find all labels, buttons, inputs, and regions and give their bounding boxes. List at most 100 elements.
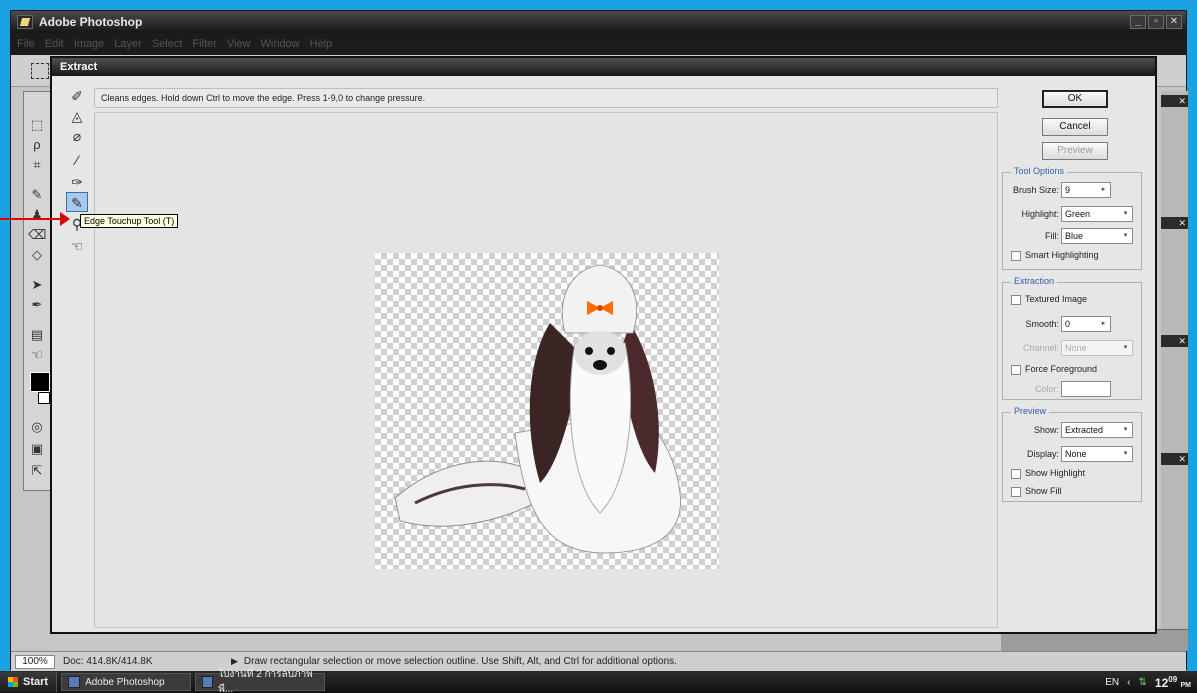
ok-button[interactable]: OK [1042, 90, 1108, 108]
clock[interactable]: 1209 PM [1155, 675, 1191, 690]
chevron-down-icon[interactable]: ▾ [1120, 424, 1131, 436]
slider-arrow-icon[interactable]: ▸ [1098, 318, 1109, 330]
app-title: Adobe Photoshop [39, 15, 143, 29]
menu-bar: File Edit Image Layer Select Filter View… [11, 33, 1186, 55]
close-icon[interactable]: ✕ [1166, 15, 1182, 29]
hand-tool-icon[interactable]: ☜ [66, 236, 88, 256]
pen-tool-icon[interactable]: ✒ [28, 296, 46, 314]
fill-select[interactable]: Blue ▾ [1061, 228, 1133, 244]
blur-tool-icon[interactable]: ◇ [28, 246, 46, 264]
menu-file[interactable]: File [17, 38, 35, 50]
palette-close-icon[interactable]: ✕ [1161, 95, 1188, 107]
tool-options-group: Tool Options Brush Size: 9 ▸ Highlight: … [1002, 166, 1142, 270]
chevron-down-icon[interactable]: ▾ [1120, 342, 1131, 354]
color-swatch-field[interactable] [1061, 381, 1111, 397]
annotation-arrow [0, 218, 64, 220]
show-highlight-checkbox[interactable] [1011, 469, 1021, 479]
textured-image-checkbox[interactable] [1011, 295, 1021, 305]
extract-controls: OK Cancel Preview Tool Options Brush Siz… [1002, 88, 1152, 628]
minimize-icon[interactable]: _ [1130, 15, 1146, 29]
notes-tool-icon[interactable]: ▤ [28, 326, 46, 344]
menu-layer[interactable]: Layer [114, 38, 142, 50]
status-bar: 100% Doc: 414.8K/414.8K ▶ Draw rectangul… [11, 651, 1186, 671]
slider-arrow-icon[interactable]: ▸ [1098, 184, 1109, 196]
chevron-down-icon[interactable]: ▾ [1120, 208, 1131, 220]
fill-label: Fill: [1045, 231, 1059, 241]
extract-toolbar: ✐ ◬ ⌀ ⁄ ✑ ✎ ⚲ ☜ [62, 86, 92, 266]
group-title: Extraction [1011, 276, 1058, 286]
language-indicator[interactable]: EN [1105, 677, 1119, 688]
smart-highlighting-checkbox[interactable] [1011, 251, 1021, 261]
force-foreground-checkbox[interactable] [1011, 365, 1021, 375]
preview-group: Preview Show: Extracted ▾ Display: None … [1002, 406, 1142, 502]
network-icon[interactable]: ⇅ [1139, 677, 1147, 688]
brush-size-label: Brush Size: [1012, 185, 1059, 195]
menu-view[interactable]: View [227, 38, 251, 50]
eyedropper-tool-icon[interactable]: ⁄ [66, 150, 88, 170]
force-foreground-label: Force Foreground [1025, 364, 1098, 374]
status-menu-arrow-icon[interactable]: ▶ [231, 656, 238, 667]
quick-mask-icon[interactable]: ◎ [28, 418, 46, 436]
palette-close-icon[interactable]: ✕ [1161, 453, 1188, 465]
show-highlight-label: Show Highlight [1025, 468, 1086, 478]
dialog-titlebar: Extract [52, 58, 1155, 76]
group-title: Preview [1011, 406, 1050, 416]
fill-tool-icon[interactable]: ◬ [66, 106, 88, 126]
brush-size-field[interactable]: 9 ▸ [1061, 182, 1111, 198]
edge-touchup-tool-icon[interactable]: ✎ [66, 192, 88, 212]
preview-canvas[interactable] [94, 112, 998, 628]
menu-select[interactable]: Select [152, 38, 183, 50]
hand-tool-icon[interactable]: ☜ [28, 346, 46, 364]
app-titlebar: Adobe Photoshop _ ▫ ✕ [11, 11, 1186, 33]
marquee-option-icon[interactable] [31, 63, 49, 79]
clone-stamp-icon[interactable]: ♟ [28, 206, 46, 224]
menu-help[interactable]: Help [310, 38, 333, 50]
smooth-field[interactable]: 0 ▸ [1061, 316, 1111, 332]
edge-highlighter-icon[interactable]: ✐ [66, 86, 88, 106]
zoom-level[interactable]: 100% [15, 654, 55, 669]
chevron-down-icon[interactable]: ▾ [1120, 448, 1131, 460]
foreground-color-swatch[interactable] [30, 372, 50, 392]
taskbar-item-photoshop[interactable]: Adobe Photoshop [61, 673, 192, 691]
eraser-tool-icon[interactable]: ⌀ [66, 126, 88, 146]
cancel-button[interactable]: Cancel [1042, 118, 1108, 136]
channel-select[interactable]: None ▾ [1061, 340, 1133, 356]
tool-tooltip: Edge Touchup Tool (T) [80, 214, 179, 228]
start-button[interactable]: Start [0, 672, 58, 692]
tray-expand-icon[interactable]: ‹ [1127, 677, 1130, 688]
extract-dialog: Extract ✐ ◬ ⌀ ⁄ ✑ ✎ ⚲ ☜ Cleans edges. Ho… [50, 56, 1157, 634]
jump-to-imageready-icon[interactable]: ⇱ [28, 462, 46, 480]
smooth-label: Smooth: [1025, 319, 1059, 329]
highlight-select[interactable]: Green ▾ [1061, 206, 1133, 222]
palette-close-icon[interactable]: ✕ [1161, 217, 1188, 229]
menu-edit[interactable]: Edit [45, 38, 64, 50]
status-message: Draw rectangular selection or move selec… [243, 656, 677, 667]
maximize-icon[interactable]: ▫ [1148, 15, 1164, 29]
path-selection-icon[interactable]: ➤ [28, 276, 46, 294]
show-fill-checkbox[interactable] [1011, 487, 1021, 497]
crop-tool-icon[interactable]: ⌗ [28, 156, 46, 174]
menu-window[interactable]: Window [261, 38, 300, 50]
chevron-down-icon[interactable]: ▾ [1120, 230, 1131, 242]
marquee-tool-icon[interactable]: ⬚ [28, 116, 46, 134]
system-tray: EN ‹ ⇅ 1209 PM [1077, 671, 1197, 693]
menu-image[interactable]: Image [74, 38, 105, 50]
healing-brush-icon[interactable]: ✎ [28, 186, 46, 204]
photoshop-logo-icon [17, 15, 33, 29]
show-select[interactable]: Extracted ▾ [1061, 422, 1133, 438]
show-fill-label: Show Fill [1025, 486, 1062, 496]
preview-button[interactable]: Preview [1042, 142, 1108, 160]
menu-filter[interactable]: Filter [192, 38, 216, 50]
lasso-tool-icon[interactable]: ρ [28, 136, 46, 154]
photoshop-icon [68, 676, 81, 688]
cleanup-tool-icon[interactable]: ✑ [66, 172, 88, 192]
extracted-image[interactable] [375, 253, 719, 569]
windows-logo-icon [8, 677, 18, 687]
dog-image-icon [394, 264, 682, 554]
palette-close-icon[interactable]: ✕ [1161, 335, 1188, 347]
background-color-swatch[interactable] [38, 392, 50, 404]
display-select[interactable]: None ▾ [1061, 446, 1133, 462]
eraser-tool-icon[interactable]: ⌫ [28, 226, 46, 244]
screen-mode-icon[interactable]: ▣ [28, 440, 46, 458]
taskbar-item-document[interactable]: ใบงานที่ 2 การลบภาพพื... [195, 669, 326, 693]
